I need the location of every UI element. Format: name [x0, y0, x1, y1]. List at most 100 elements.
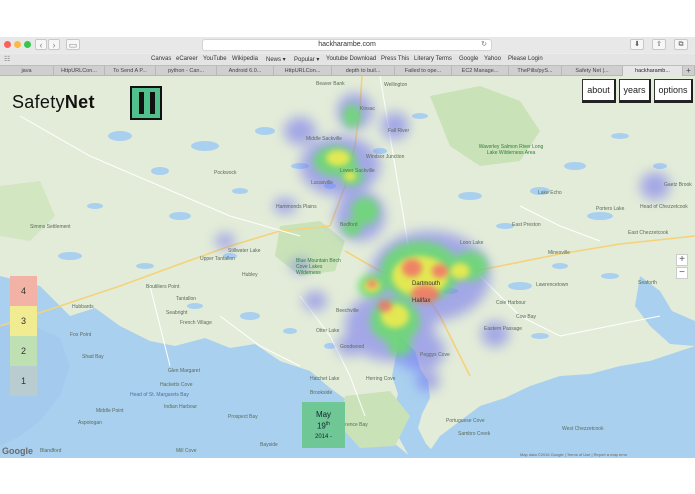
bookmarks-grid-icon[interactable]: ☷: [4, 55, 10, 63]
place-label: Bayside: [260, 442, 278, 448]
map-attribution[interactable]: Map data ©2016 Google | Terms of Use | R…: [520, 452, 627, 457]
place-label: Portuguese Cove: [446, 418, 485, 424]
bookmark-item[interactable]: Please Login: [508, 56, 543, 62]
place-label: Waverley Salmon River Long Lake Wilderne…: [478, 144, 544, 156]
place-label: Lawrencetown: [536, 282, 569, 288]
place-label: Goodwood: [340, 344, 365, 350]
map-canvas[interactable]: Beaver Bank Wellington Kinsac Fall River…: [0, 76, 695, 458]
place-label: Lake Echo: [538, 190, 562, 196]
share-icon[interactable]: ⇧: [652, 39, 666, 50]
place-label: Middle Sackville: [306, 136, 342, 142]
options-button[interactable]: options: [654, 79, 693, 103]
bookmark-item[interactable]: News ▾: [266, 56, 286, 63]
close-window-button[interactable]: [4, 41, 11, 48]
browser-tab[interactable]: Android 6.0...: [217, 66, 274, 76]
browser-tab[interactable]: Failed to ope...: [395, 66, 452, 76]
forward-button[interactable]: ›: [48, 39, 60, 50]
date-day-suffix: th: [325, 421, 331, 427]
place-label: Peggys Cove: [420, 352, 450, 358]
browser-tab[interactable]: Safety Net |...: [562, 66, 623, 76]
zoom-window-button[interactable]: [24, 41, 31, 48]
place-label: Blandford: [40, 448, 62, 454]
place-label: Beechville: [336, 308, 359, 314]
zoom-out-button[interactable]: −: [676, 267, 688, 279]
place-label: Fall River: [388, 128, 410, 134]
place-label: East Preston: [512, 222, 541, 228]
bookmark-item[interactable]: Google: [459, 56, 478, 62]
place-label: Lucasville: [311, 180, 333, 186]
place-label: Herring Cove: [366, 376, 396, 382]
about-button[interactable]: about: [582, 79, 616, 103]
download-icon[interactable]: ⬇: [630, 39, 644, 50]
place-label: Beaver Bank: [316, 81, 345, 87]
place-label: Windsor Junction: [366, 154, 405, 160]
place-label: Sambro Creek: [458, 431, 491, 437]
place-label: Seabright: [166, 310, 188, 316]
logo-bar-right: [150, 92, 155, 114]
place-label: West Chezzetcook: [562, 426, 604, 432]
back-button[interactable]: ‹: [35, 39, 47, 50]
browser-tab[interactable]: HttpURLCon...: [274, 66, 332, 76]
bookmark-item[interactable]: eCareer: [176, 56, 198, 62]
date-year: 2014 -: [314, 433, 332, 440]
place-label: Upper Tantallon: [200, 256, 235, 262]
place-label: Hatchet Lake: [310, 376, 340, 382]
minimize-window-button[interactable]: [14, 41, 21, 48]
place-label: Shad Bay: [82, 354, 104, 360]
place-label: Gaetz Brook: [664, 182, 692, 188]
place-label: Bedford: [340, 222, 358, 228]
bookmark-item[interactable]: Popular ▾: [294, 56, 319, 63]
date-selector[interactable]: May 19th 2014 -: [302, 402, 345, 448]
logo-word-safety: Safety: [12, 92, 65, 112]
url-text: hackharambe.com: [318, 41, 376, 48]
map-basemap: [0, 76, 695, 458]
place-label: Dartmouth: [412, 281, 441, 287]
place-label: Hacketts Cove: [160, 382, 193, 388]
logo-word-net: Net: [64, 92, 95, 112]
place-label: Minesville: [548, 250, 570, 256]
browser-tab[interactable]: To Send A P...: [105, 66, 156, 76]
place-label: Blue Mountain Birch Cove Lakes Wildernes…: [296, 258, 341, 276]
zoom-in-button[interactable]: +: [676, 254, 688, 266]
app-logo-text: SafetyNet: [12, 92, 95, 113]
place-label: Loon Lake: [460, 240, 484, 246]
place-label: Pockwock: [214, 170, 237, 176]
sidebar-toggle-icon[interactable]: ▭: [66, 39, 80, 50]
place-label: Porters Lake: [596, 206, 625, 212]
tabs-overview-icon[interactable]: ⧉: [674, 39, 688, 50]
place-label: Head of St. Margarets Bay: [130, 392, 189, 398]
browser-tab[interactable]: depth to buil...: [332, 66, 395, 76]
legend-level-1: 1: [10, 366, 37, 396]
place-label: Seaforth: [638, 280, 657, 286]
place-label: Eastern Passage: [484, 326, 523, 332]
years-button[interactable]: years: [619, 79, 651, 103]
bookmark-item[interactable]: YouTube: [203, 56, 227, 62]
title-bar: ‹ › ▭ hackharambe.com ↻ ⬇ ⇧ ⧉: [0, 37, 695, 53]
browser-tab[interactable]: java: [0, 66, 54, 76]
browser-tab[interactable]: ThePills/pyS...: [509, 66, 562, 76]
legend-level-4: 4: [10, 276, 37, 306]
bookmark-item[interactable]: Wikipedia: [232, 56, 258, 62]
app-logo-mark: [130, 86, 162, 120]
address-bar[interactable]: hackharambe.com ↻: [202, 39, 492, 51]
place-label: Head of Chezzetcook: [640, 204, 688, 210]
bookmark-item[interactable]: Yahoo: [484, 56, 501, 62]
legend-level-2: 2: [10, 336, 37, 366]
google-logo: Google: [2, 446, 33, 456]
place-label: Hammonds Plains: [276, 204, 317, 210]
reload-icon[interactable]: ↻: [481, 40, 487, 50]
browser-tab[interactable]: HttpURLCon...: [54, 66, 105, 76]
place-label: Prospect Bay: [228, 414, 258, 420]
place-label: Cow Bay: [516, 314, 537, 320]
place-label: Boutiliers Point: [146, 284, 180, 290]
date-month: May: [315, 410, 332, 419]
bookmark-item[interactable]: Canvas: [151, 56, 171, 62]
browser-tab-active[interactable]: hackharamb...: [623, 66, 683, 76]
legend-level-3: 3: [10, 306, 37, 336]
bookmark-item[interactable]: Press This: [381, 56, 409, 62]
browser-tab[interactable]: python - Can...: [156, 66, 217, 76]
bookmark-item[interactable]: Youtube Download: [326, 56, 376, 62]
browser-tab[interactable]: EC2 Manage...: [452, 66, 509, 76]
bookmark-item[interactable]: Literary Terms: [414, 56, 452, 62]
new-tab-icon[interactable]: +: [683, 66, 695, 76]
